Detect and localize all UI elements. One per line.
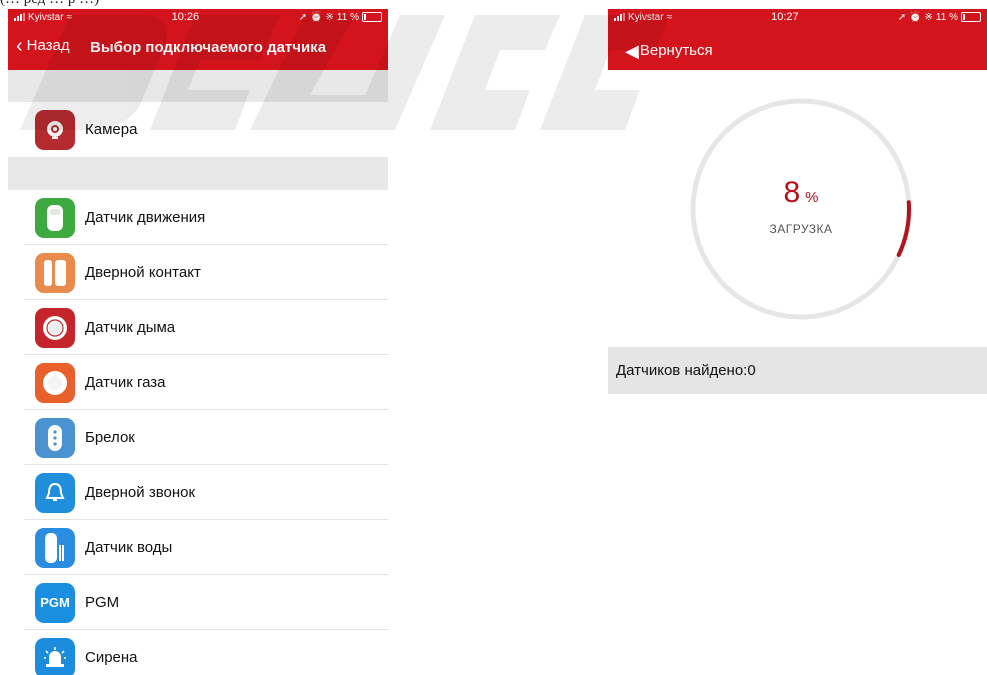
list-item-label: PGM [85,594,120,611]
smoke-sensor-icon [35,307,75,348]
list-item-label: Сирена [85,649,138,666]
battery-percent: 11 % [336,11,359,23]
chevron-left-icon: ◀ [625,40,639,61]
alarm-icon: ⏰ [310,11,323,23]
list-item-label: Дверной звонок [85,484,196,501]
list-item-camera[interactable]: Камера [8,102,388,157]
battery-percent: 11 % [935,11,958,23]
left-status-bar: Kyivstar ≈ 10:26 ➚ ⏰ ※ 11 % [8,9,388,25]
siren-icon [35,637,75,675]
pgm-icon: PGM [35,582,75,623]
key-fob-icon [35,417,75,458]
signal-icon [614,13,625,21]
progress-unit: % [805,189,819,206]
page-caption: (… ред … р …) [0,0,99,8]
status-time: 10:26 [171,11,200,23]
list-item-device[interactable]: Брелок [8,410,388,465]
list-item-device[interactable]: Датчик газа [8,355,388,410]
progress-number: 8 [783,176,801,209]
location-icon: ➚ [298,11,308,23]
list-item-device[interactable]: Дверной звонок [8,465,388,520]
list-item-label: Брелок [85,429,135,446]
list-item-label: Датчик движения [85,209,206,226]
location-icon: ➚ [897,11,907,23]
progress-label: ЗАГРУЗКА [769,222,833,236]
bluetooth-icon: ※ [924,11,933,23]
water-sensor-icon [35,527,75,568]
list-item-label: Датчик дыма [85,319,176,336]
list-item-device[interactable]: PGM PGM [8,575,388,630]
alarm-icon: ⏰ [909,11,922,23]
list-item-label: Дверной контакт [85,264,201,281]
page-title: Выбор подключаемого датчика [90,39,327,56]
status-time: 10:27 [771,11,799,23]
right-screen: Kyivstar ≈ 10:27 ➚ ⏰ ※ 11 % ◀ Вернуться … [608,9,987,394]
battery-icon [361,12,382,22]
list-item-device[interactable]: Сирена [8,630,388,675]
carrier-label: Kyivstar [28,11,64,23]
back-button-label: Назад [26,37,70,54]
list-item-device[interactable]: Дверной контакт [8,245,388,300]
pgm-icon-text: PGM [40,595,70,610]
list-item-device[interactable]: Датчик воды [8,520,388,575]
device-list: Датчик движения Дверной контакт Датчик дым… [8,190,388,675]
sensors-found-text: Датчиков найдено:0 [616,362,756,379]
camera-icon [35,109,75,150]
list-item-label: Датчик воды [85,539,173,556]
motion-sensor-icon [35,197,75,238]
list-item-device[interactable]: Датчик движения [8,190,388,245]
wifi-icon: ≈ [66,11,73,23]
right-nav-bar: Kyivstar ≈ 10:27 ➚ ⏰ ※ 11 % ◀ Вернуться [608,9,987,70]
left-screen: Kyivstar ≈ 10:26 ➚ ⏰ ※ 11 % ‹ Назад Выбо… [8,9,388,675]
gas-sensor-icon [35,362,75,403]
chevron-left-icon: ‹ [16,34,23,57]
return-button[interactable]: ◀ Вернуться [625,40,713,61]
right-status-bar: Kyivstar ≈ 10:27 ➚ ⏰ ※ 11 % [608,9,987,25]
bluetooth-icon: ※ [325,11,334,23]
list-item-label: Датчик газа [85,374,166,391]
section-separator [8,157,388,190]
list-item-label: Камера [85,121,138,138]
signal-icon [14,13,25,21]
loading-progress-ring: 8% ЗАГРУЗКА [686,94,916,324]
list-item-device[interactable]: Датчик дыма [8,300,388,355]
sensors-found-bar: Датчиков найдено:0 [608,347,987,394]
wifi-icon: ≈ [666,11,673,23]
door-contact-icon [35,252,75,293]
back-button[interactable]: ‹ Назад [16,34,70,57]
left-nav-bar: Kyivstar ≈ 10:26 ➚ ⏰ ※ 11 % ‹ Назад Выбо… [8,9,388,70]
doorbell-icon [35,472,75,513]
battery-icon [960,12,981,22]
progress-value: 8% [686,176,916,210]
section-separator [8,70,388,102]
carrier-label: Kyivstar [628,11,664,23]
return-button-label: Вернуться [639,42,713,59]
